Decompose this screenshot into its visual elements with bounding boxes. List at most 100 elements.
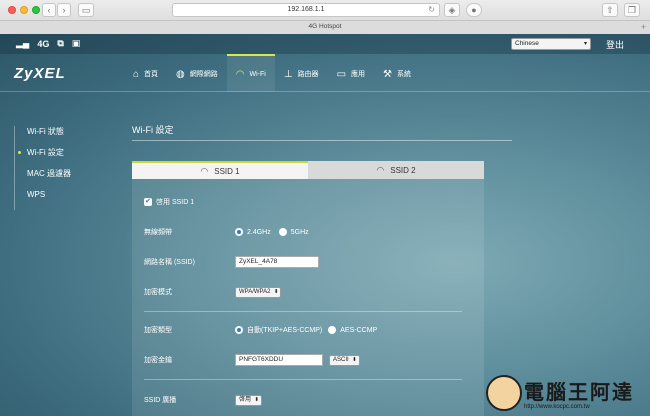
- ssid-row: 網路名稱 (SSID) ZyXEL_4A78: [144, 255, 474, 269]
- main-navbar: ZyXEL ⌂ 首頁 ◍ 網際網路 ◠ Wi-Fi ⊥ 路由器 ▭ 應用 ⚒ 系…: [0, 54, 650, 92]
- wrench-icon: ⚒: [383, 68, 392, 80]
- band-option-1: 2.4GHz: [247, 228, 271, 236]
- enc-option-1: 自動(TKIP+AES-CCMP): [247, 327, 323, 334]
- zyxel-logo: ZyXEL: [14, 65, 66, 82]
- nav-item-wifi[interactable]: ◠ Wi-Fi: [226, 54, 275, 92]
- ssid-broadcast-row: SSID 廣播 啓用 ⬍: [144, 393, 474, 407]
- chevron-right-icon[interactable]: ›: [57, 3, 71, 17]
- nav-label: 系統: [396, 71, 411, 78]
- network-type: 4G: [37, 38, 50, 49]
- sidebar-item-wifi-status[interactable]: Wi-Fi 狀態: [27, 126, 109, 147]
- band-label: 無線頻帶: [144, 229, 172, 236]
- ssid-input[interactable]: ZyXEL_4A78: [235, 256, 319, 268]
- encryption-key-input[interactable]: PNFGT6XDDU: [235, 354, 323, 366]
- stepper-icon: ⬍: [254, 396, 260, 403]
- stepper-icon: ⬍: [273, 288, 279, 295]
- ssid-broadcast-label: SSID 廣播: [144, 397, 177, 404]
- security-mode-label: 加密模式: [144, 289, 172, 296]
- extension-icon[interactable]: ◈: [444, 3, 460, 17]
- encryption-key-row: 加密金鑰 PNFGT6XDDU ASCII ⬍: [144, 353, 474, 367]
- nav-label: 應用: [351, 71, 366, 78]
- chevron-down-icon: ▾: [583, 41, 587, 47]
- monitor-icon: ▭: [336, 68, 347, 80]
- nav-item-router[interactable]: ⊥ 路由器: [275, 54, 328, 92]
- enable-ssid-checkbox[interactable]: ✔: [144, 198, 152, 206]
- new-tab-icon[interactable]: +: [641, 21, 646, 33]
- nav-item-internet[interactable]: ◍ 網際網路: [167, 54, 227, 92]
- nav-item-home[interactable]: ⌂ 首頁: [124, 54, 167, 92]
- close-window-button[interactable]: [8, 6, 16, 14]
- sidebar-item-wifi-settings[interactable]: Wi-Fi 設定: [18, 147, 109, 168]
- tab-ssid-1[interactable]: ◠ SSID 1: [132, 161, 308, 179]
- site-watermark: 電腦王阿達 http://www.kocpc.com.tw: [486, 372, 644, 416]
- sidebar-item-wps[interactable]: WPS: [27, 189, 109, 210]
- signal-strength-icon: ▂▄: [16, 38, 30, 48]
- security-mode-row: 加密模式 WPA/WPA2 ⬍: [144, 285, 474, 299]
- wifi-sidebar: Wi-Fi 狀態 Wi-Fi 設定 MAC 過濾器 WPS: [14, 126, 109, 210]
- ssid-tabs: ◠ SSID 1 ◠ SSID 2: [132, 161, 484, 179]
- ssid-broadcast-select[interactable]: 啓用 ⬍: [235, 394, 263, 406]
- user-icon: ▣: [71, 38, 81, 48]
- tab-bar[interactable]: 4G Hotspot +: [0, 20, 650, 34]
- minimize-window-button[interactable]: [20, 6, 28, 14]
- enc-option-2: AES-CCMP: [340, 326, 378, 334]
- band-2-4ghz-radio[interactable]: [235, 228, 243, 236]
- connected-devices-icon: ⧉: [57, 38, 64, 48]
- nav-label: 首頁: [144, 71, 159, 78]
- stepper-icon: ⬍: [352, 356, 357, 363]
- reload-icon[interactable]: ↻: [428, 4, 435, 16]
- mascot-logo-icon: [486, 375, 522, 411]
- ssid-label: 網路名稱 (SSID): [144, 259, 195, 266]
- share-icon[interactable]: ⇧: [602, 3, 618, 17]
- watermark-text: 電腦王阿達: [524, 382, 634, 404]
- tab-label: SSID 2: [390, 165, 416, 175]
- address-text: 192.168.1.1: [287, 6, 325, 13]
- nav-item-apps[interactable]: ▭ 應用: [328, 54, 374, 92]
- page-title: Wi-Fi 設定: [132, 125, 174, 135]
- home-icon: ⌂: [133, 68, 140, 80]
- enc-aes-radio[interactable]: [328, 326, 337, 334]
- band-row: 無線頻帶 2.4GHz 5GHz: [144, 225, 474, 239]
- zoom-window-button[interactable]: [32, 6, 40, 14]
- form-divider: [144, 311, 462, 312]
- enc-auto-radio[interactable]: [235, 326, 243, 334]
- chevron-left-icon[interactable]: ‹: [42, 3, 56, 17]
- tabs-overview-icon[interactable]: ❐: [624, 3, 640, 17]
- language-select[interactable]: Chinese ▾: [511, 38, 591, 50]
- title-divider: [132, 140, 512, 141]
- tab-label: SSID 1: [214, 166, 240, 176]
- router-admin-page: ▂▄ 4G ⧉ ▣ Chinese ▾ 登出 ZyXEL ⌂ 首頁 ◍ 網際網路…: [0, 34, 650, 416]
- key-format-value: ASCII: [333, 356, 349, 363]
- tab-title: 4G Hotspot: [308, 23, 342, 30]
- security-mode-select[interactable]: WPA/WPA2 ⬍: [235, 286, 282, 298]
- settings-panel: ◠ SSID 1 ◠ SSID 2 ✔ 啓用 SSID 1 無線頻帶 2.4GH…: [132, 161, 484, 416]
- nav-label: 網際網路: [189, 71, 218, 78]
- key-format-select[interactable]: ASCII ⬍: [329, 354, 360, 366]
- security-mode-value: WPA/WPA2: [239, 288, 271, 295]
- sidebar-item-mac-filter[interactable]: MAC 過濾器: [27, 168, 109, 189]
- status-bar: ▂▄ 4G ⧉ ▣ Chinese ▾ 登出: [0, 34, 650, 54]
- address-bar[interactable]: 192.168.1.1 ↻: [172, 3, 440, 17]
- encryption-type-label: 加密類型: [144, 327, 172, 334]
- watermark-url: http://www.kocpc.com.tw: [524, 404, 590, 410]
- nav-label: Wi-Fi: [249, 70, 266, 78]
- wifi-icon: ◠: [235, 68, 245, 80]
- nav-item-system[interactable]: ⚒ 系統: [374, 54, 420, 92]
- sidebar-toggle-icon[interactable]: ▭: [78, 3, 94, 17]
- globe-icon: ◍: [176, 68, 185, 80]
- band-option-2: 5GHz: [290, 228, 309, 236]
- enable-ssid-label: 啓用 SSID 1: [156, 199, 195, 206]
- encryption-type-row: 加密類型 自動(TKIP+AES-CCMP) AES-CCMP: [144, 323, 474, 337]
- encryption-key-label: 加密金鑰: [144, 357, 172, 364]
- form-divider: [144, 379, 462, 380]
- browser-chrome: ‹ › ▭ 192.168.1.1 ↻ ◈ ● ⇧ ❐ 4G Hotspot +: [0, 0, 650, 34]
- tab-ssid-2[interactable]: ◠ SSID 2: [308, 161, 484, 179]
- language-value: Chinese: [515, 40, 539, 47]
- wifi-icon: ◠: [376, 164, 385, 175]
- wifi-icon: ◠: [200, 165, 209, 176]
- adblock-icon[interactable]: ●: [466, 3, 482, 17]
- logout-link[interactable]: 登出: [606, 38, 624, 51]
- enable-ssid-row: ✔ 啓用 SSID 1: [144, 195, 474, 209]
- ssid-broadcast-value: 啓用: [239, 396, 252, 403]
- band-5ghz-radio[interactable]: [278, 228, 287, 236]
